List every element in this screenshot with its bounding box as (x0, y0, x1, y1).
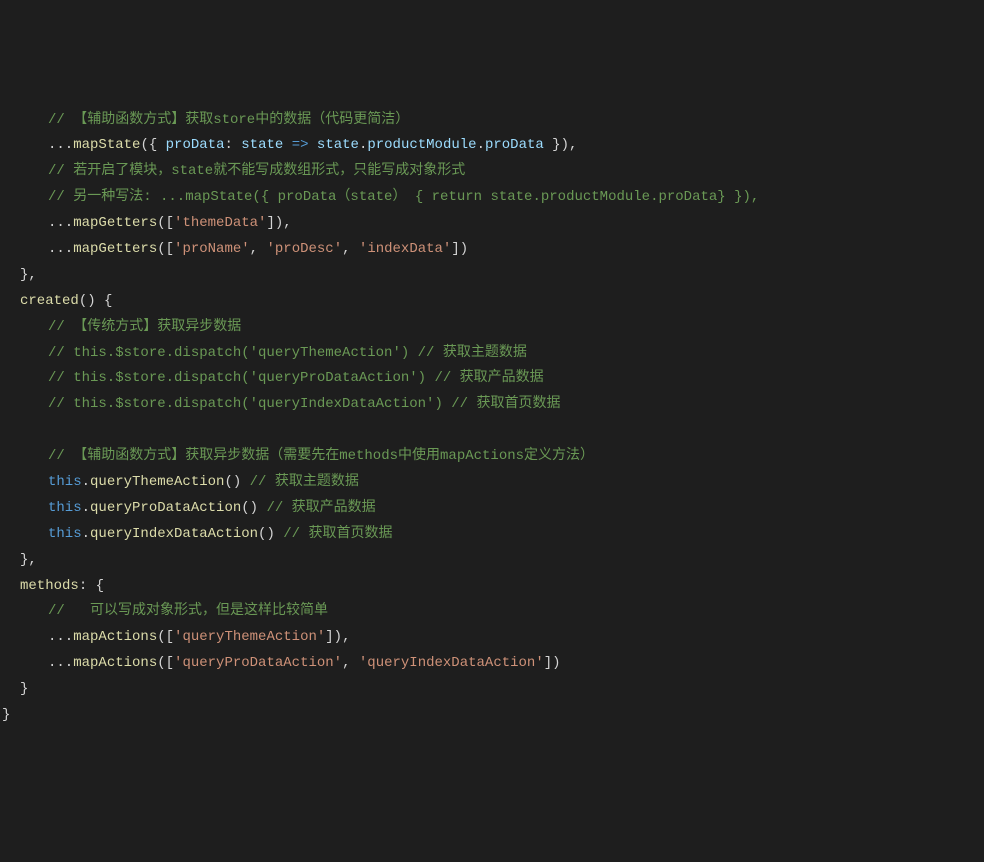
code-token-punctuation: } (20, 681, 28, 697)
code-token-punctuation: . (82, 526, 90, 542)
code-token-punctuation: ({ (140, 137, 165, 153)
code-token-punctuation: }), (544, 137, 578, 153)
code-token-keyword: => (292, 137, 309, 153)
code-token-variable: state (241, 137, 283, 153)
code-line[interactable]: ...mapGetters(['proName', 'proDesc', 'in… (0, 237, 984, 263)
code-token-punctuation: ]), (325, 629, 350, 645)
code-line[interactable]: } (0, 703, 984, 729)
code-token-variable: proData (166, 137, 225, 153)
code-line[interactable]: // this.$store.dispatch('queryIndexDataA… (0, 392, 984, 418)
code-token-this: this (48, 526, 82, 542)
code-token-punctuation: , (342, 655, 359, 671)
code-token-punctuation: }, (20, 267, 37, 283)
code-token-punctuation: () (258, 526, 283, 542)
code-line[interactable]: // 【辅助函数方式】获取异步数据（需要先在methods中使用mapActio… (0, 444, 984, 470)
code-editor-content[interactable]: // 【辅助函数方式】获取store中的数据（代码更简洁）...mapState… (0, 108, 984, 729)
code-line[interactable]: this.queryThemeAction() // 获取主题数据 (0, 470, 984, 496)
code-token-punctuation: ([ (157, 215, 174, 231)
code-token-punctuation: }, (20, 552, 37, 568)
code-token-punctuation: ]) (451, 241, 468, 257)
code-token-string: 'proName' (174, 241, 250, 257)
code-token-variable: productModule (367, 137, 476, 153)
code-token-punctuation: : (224, 137, 241, 153)
code-line[interactable]: // 另一种写法: ...mapState({ proData（state） {… (0, 185, 984, 211)
code-token-punctuation: ... (48, 215, 73, 231)
code-token-punctuation: . (82, 500, 90, 516)
code-token-comment: // this.$store.dispatch('queryIndexDataA… (48, 396, 560, 412)
code-token-punctuation: ([ (157, 655, 174, 671)
code-token-comment: // 【辅助函数方式】获取异步数据（需要先在methods中使用mapActio… (48, 448, 594, 464)
code-line[interactable]: created() { (0, 289, 984, 315)
code-token-comment: // 可以写成对象形式，但是这样比较简单 (48, 603, 328, 619)
code-line[interactable] (0, 418, 984, 444)
code-token-function: queryIndexDataAction (90, 526, 258, 542)
code-token-comment: // 获取主题数据 (250, 474, 359, 490)
code-token-variable: proData (485, 137, 544, 153)
code-token-string: 'proDesc' (266, 241, 342, 257)
code-token-punctuation: () (224, 474, 249, 490)
code-line[interactable]: // 【辅助函数方式】获取store中的数据（代码更简洁） (0, 108, 984, 134)
code-token-punctuation: ... (48, 629, 73, 645)
code-token-comment: // this.$store.dispatch('queryThemeActio… (48, 345, 527, 361)
code-token-punctuation: , (250, 241, 267, 257)
code-token-punctuation: ]) (544, 655, 561, 671)
code-token-punctuation: () { (79, 293, 113, 309)
code-token-comment: // 获取产品数据 (266, 500, 375, 516)
code-line[interactable]: // this.$store.dispatch('queryProDataAct… (0, 366, 984, 392)
code-token-punctuation (309, 137, 317, 153)
code-token-function: mapActions (73, 629, 157, 645)
code-line[interactable]: // 【传统方式】获取异步数据 (0, 315, 984, 341)
code-token-function: mapGetters (73, 241, 157, 257)
code-token-punctuation: () (241, 500, 266, 516)
code-line[interactable]: ...mapActions(['queryThemeAction']), (0, 625, 984, 651)
code-token-function: mapActions (73, 655, 157, 671)
code-line[interactable]: this.queryProDataAction() // 获取产品数据 (0, 496, 984, 522)
code-line[interactable]: this.queryIndexDataAction() // 获取首页数据 (0, 522, 984, 548)
code-token-function: queryProDataAction (90, 500, 241, 516)
code-line[interactable]: }, (0, 263, 984, 289)
code-line[interactable]: ...mapActions(['queryProDataAction', 'qu… (0, 651, 984, 677)
code-token-comment: // 【传统方式】获取异步数据 (48, 319, 241, 335)
code-token-string: 'themeData' (174, 215, 266, 231)
code-token-comment: // 【辅助函数方式】获取store中的数据（代码更简洁） (48, 112, 409, 128)
code-token-punctuation: : { (79, 578, 104, 594)
code-token-function: queryThemeAction (90, 474, 224, 490)
code-token-punctuation: ([ (157, 629, 174, 645)
code-token-punctuation: ... (48, 241, 73, 257)
code-token-punctuation: ... (48, 137, 73, 153)
code-line[interactable]: ...mapState({ proData: state => state.pr… (0, 133, 984, 159)
code-line[interactable]: }, (0, 548, 984, 574)
code-token-punctuation: ... (48, 655, 73, 671)
code-token-punctuation (283, 137, 291, 153)
code-token-this: this (48, 500, 82, 516)
code-line[interactable]: ...mapGetters(['themeData']), (0, 211, 984, 237)
code-line[interactable]: } (0, 677, 984, 703)
code-token-punctuation: . (82, 474, 90, 490)
code-token-string: 'queryIndexDataAction' (359, 655, 544, 671)
code-token-variable: state (317, 137, 359, 153)
code-token-string: 'queryProDataAction' (174, 655, 342, 671)
code-token-punctuation: . (477, 137, 485, 153)
code-line[interactable]: // 可以写成对象形式，但是这样比较简单 (0, 599, 984, 625)
code-token-string: 'queryThemeAction' (174, 629, 325, 645)
code-line[interactable]: // 若开启了模块，state就不能写成数组形式，只能写成对象形式 (0, 159, 984, 185)
code-token-comment: // 另一种写法: ...mapState({ proData（state） {… (48, 189, 759, 205)
code-line[interactable]: methods: { (0, 574, 984, 600)
code-token-punctuation: ([ (157, 241, 174, 257)
code-token-function: methods (20, 578, 79, 594)
code-token-function: created (20, 293, 79, 309)
code-token-punctuation: } (2, 707, 10, 723)
code-token-comment: // 获取首页数据 (283, 526, 392, 542)
code-token-function: mapState (73, 137, 140, 153)
code-token-string: 'indexData' (359, 241, 451, 257)
code-token-comment: // this.$store.dispatch('queryProDataAct… (48, 370, 544, 386)
code-token-function: mapGetters (73, 215, 157, 231)
code-line[interactable]: // this.$store.dispatch('queryThemeActio… (0, 341, 984, 367)
code-token-comment: // 若开启了模块，state就不能写成数组形式，只能写成对象形式 (48, 163, 465, 179)
code-token-this: this (48, 474, 82, 490)
code-token-punctuation: , (342, 241, 359, 257)
code-token-punctuation: ]), (266, 215, 291, 231)
